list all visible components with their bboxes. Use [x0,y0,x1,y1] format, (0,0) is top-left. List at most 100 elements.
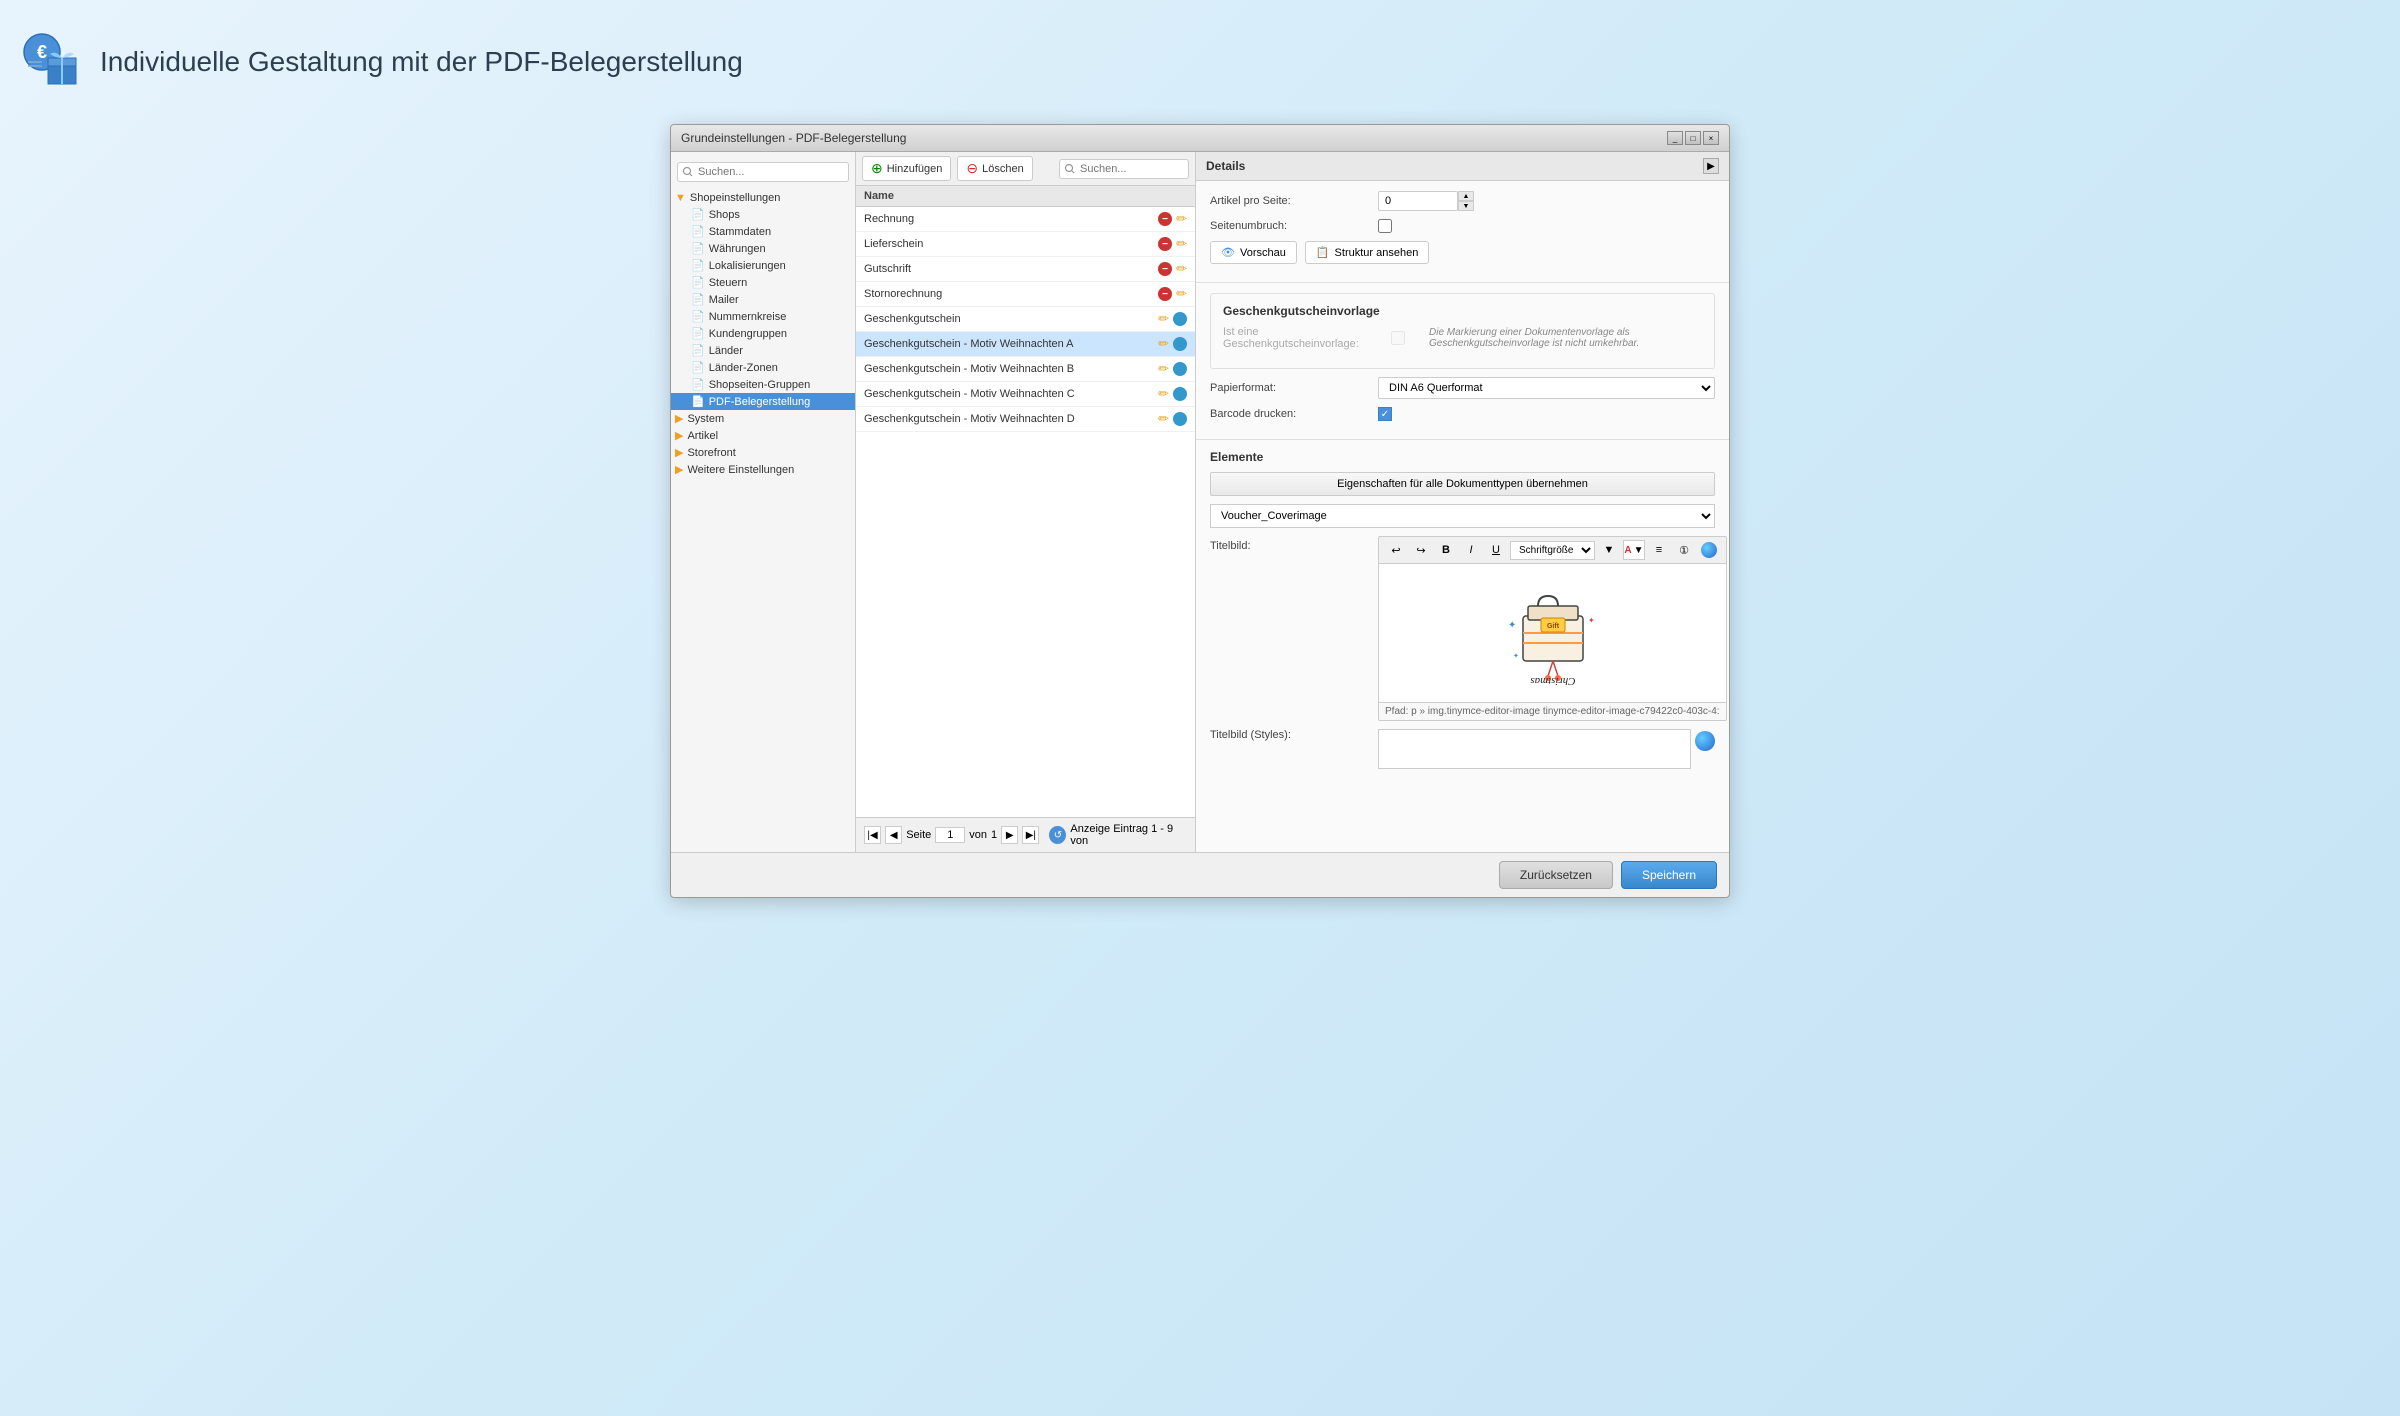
page-input[interactable] [935,827,965,843]
artikel-pro-seite-input[interactable] [1378,191,1458,211]
add-button[interactable]: ⊕ Hinzufügen [862,156,951,181]
editor-content[interactable]: Gift ✦ ✦ ✦ Christmas [1378,563,1727,703]
voucher-select[interactable]: Voucher_Coverimage Voucher_Background [1210,504,1715,528]
sidebar-item-storefront[interactable]: ▶ Storefront [671,444,855,461]
sidebar-item-label: Shops [709,209,740,221]
display-label: Anzeige Eintrag 1 - 9 von [1070,823,1187,847]
edit-icon[interactable]: ✏ [1158,311,1169,327]
artikel-section: Artikel pro Seite: ▲ ▼ Seitenumbruch: [1196,181,1729,283]
sidebar-item-label: Shopseiten-Gruppen [709,379,811,391]
sidebar-item-waehrungen[interactable]: 📄 Währungen [671,240,855,257]
close-button[interactable]: × [1703,131,1719,145]
sidebar-item-lokalisierungen[interactable]: 📄 Lokalisierungen [671,257,855,274]
list-item[interactable]: Geschenkgutschein - Motiv Weihnachten B … [856,357,1195,382]
item-name: Geschenkgutschein - Motiv Weihnachten C [864,388,1158,400]
minimize-button[interactable]: _ [1667,131,1683,145]
titelbild-styles-textarea[interactable] [1378,729,1691,769]
sidebar-item-weitere-einstellungen[interactable]: ▶ Weitere Einstellungen [671,461,855,478]
list-search-input[interactable] [1059,159,1189,179]
spinner-down[interactable]: ▼ [1458,201,1474,211]
sidebar-item-shopeinstellungen[interactable]: ▼ Shopeinstellungen [671,190,855,206]
file-icon: 📄 [691,208,705,221]
blue-circle-icon [1173,312,1187,326]
sidebar-item-mailer[interactable]: 📄 Mailer [671,291,855,308]
fontsize-dropdown-button[interactable]: ▼ [1598,540,1620,560]
window-title: Grundeinstellungen - PDF-Belegerstellung [681,131,906,145]
ist-vorlage-label: Ist eine Geschenkgutscheinvorlage: [1223,326,1383,350]
underline-button[interactable]: U [1485,540,1507,560]
edit-icon[interactable]: ✏ [1158,386,1169,402]
delete-button[interactable]: ⊖ Löschen [957,156,1032,181]
sidebar-item-system[interactable]: ▶ System [671,410,855,427]
papierformat-select[interactable]: DIN A6 Querformat DIN A4 Hochformat DIN … [1378,377,1715,399]
item-name: Geschenkgutschein [864,313,1158,325]
list-item[interactable]: Geschenkgutschein - Motiv Weihnachten C … [856,382,1195,407]
sidebar-item-label: Länder [709,345,743,357]
edit-icon[interactable]: ✏ [1176,286,1187,302]
refresh-button[interactable]: ↺ [1049,826,1066,844]
list-item[interactable]: Lieferschein − ✏ [856,232,1195,257]
list-item[interactable]: Rechnung − ✏ [856,207,1195,232]
list-item[interactable]: Geschenkgutschein - Motiv Weihnachten A … [856,332,1195,357]
redo-button[interactable]: ↪ [1410,540,1432,560]
list-item[interactable]: Geschenkgutschein ✏ [856,307,1195,332]
sidebar-item-stammdaten[interactable]: 📄 Stammdaten [671,223,855,240]
edit-icon[interactable]: ✏ [1158,411,1169,427]
sidebar-item-shops[interactable]: 📄 Shops [671,206,855,223]
reset-button[interactable]: Zurücksetzen [1499,861,1613,889]
ist-vorlage-checkbox[interactable] [1391,331,1405,345]
edit-icon[interactable]: ✏ [1176,261,1187,277]
page-header: € Individuelle Gestaltung mit der PDF-Be… [20,20,2380,104]
fontsize-select[interactable]: Schriftgröße 8 10 12 14 [1510,541,1595,560]
sidebar-item-artikel[interactable]: ▶ Artikel [671,427,855,444]
sidebar-item-steuern[interactable]: 📄 Steuern [671,274,855,291]
sidebar-item-laender-zonen[interactable]: 📄 Länder-Zonen [671,359,855,376]
seitenumbruch-checkbox[interactable] [1378,219,1392,233]
sidebar-item-pdf-belegerstellung[interactable]: 📄 PDF-Belegerstellung [671,393,855,410]
italic-button[interactable]: I [1460,540,1482,560]
expand-button[interactable] [1698,540,1720,560]
sidebar-item-nummernkreise[interactable]: 📄 Nummernkreise [671,308,855,325]
file-icon: 📄 [691,276,705,289]
of-label: von [969,829,987,841]
font-color-button[interactable]: A ▼ [1623,540,1645,560]
save-button[interactable]: Speichern [1621,861,1717,889]
maximize-button[interactable]: □ [1685,131,1701,145]
titelbild-styles-label: Titelbild (Styles): [1210,729,1370,741]
edit-icon[interactable]: ✏ [1158,361,1169,377]
seitenumbruch-label: Seitenumbruch: [1210,220,1370,232]
sidebar-item-shopseiten-gruppen[interactable]: 📄 Shopseiten-Gruppen [671,376,855,393]
item-name: Lieferschein [864,238,1158,250]
plus-icon: ⊕ [871,160,883,177]
sidebar-search-input[interactable] [677,162,849,182]
spinner-up[interactable]: ▲ [1458,191,1474,201]
bold-button[interactable]: B [1435,540,1457,560]
list-header: Name [856,186,1195,207]
undo-button[interactable]: ↩ [1385,540,1407,560]
last-page-button[interactable]: ▶| [1022,826,1039,844]
first-page-button[interactable]: |◀ [864,826,881,844]
file-icon: 📄 [691,293,705,306]
barcode-checkbox[interactable]: ✓ [1378,407,1392,421]
edit-icon[interactable]: ✏ [1176,236,1187,252]
list-item[interactable]: Gutschrift − ✏ [856,257,1195,282]
sidebar-item-kundengruppen[interactable]: 📄 Kundengruppen [671,325,855,342]
list-item[interactable]: Stornorechnung − ✏ [856,282,1195,307]
vorschau-button[interactable]: 👁 Vorschau [1210,241,1297,264]
eigenschaften-button[interactable]: Eigenschaften für alle Dokumenttypen übe… [1210,472,1715,496]
structure-icon: 📋 [1316,246,1330,259]
prev-page-button[interactable]: ◀ [885,826,902,844]
list-item[interactable]: Geschenkgutschein - Motiv Weihnachten D … [856,407,1195,432]
list-ul-button[interactable]: ≡ [1648,540,1670,560]
styles-color-button[interactable] [1695,731,1715,751]
sidebar-item-label: Mailer [709,294,739,306]
collapse-button[interactable]: ▶ [1703,158,1719,174]
edit-icon[interactable]: ✏ [1158,336,1169,352]
edit-icon[interactable]: ✏ [1176,211,1187,227]
sidebar-item-laender[interactable]: 📄 Länder [671,342,855,359]
struktur-button[interactable]: 📋 Struktur ansehen [1305,241,1429,264]
total-pages: 1 [991,829,997,841]
next-page-button[interactable]: ▶ [1001,826,1018,844]
struktur-label: Struktur ansehen [1335,247,1419,259]
list-ol-button[interactable]: ① [1673,540,1695,560]
